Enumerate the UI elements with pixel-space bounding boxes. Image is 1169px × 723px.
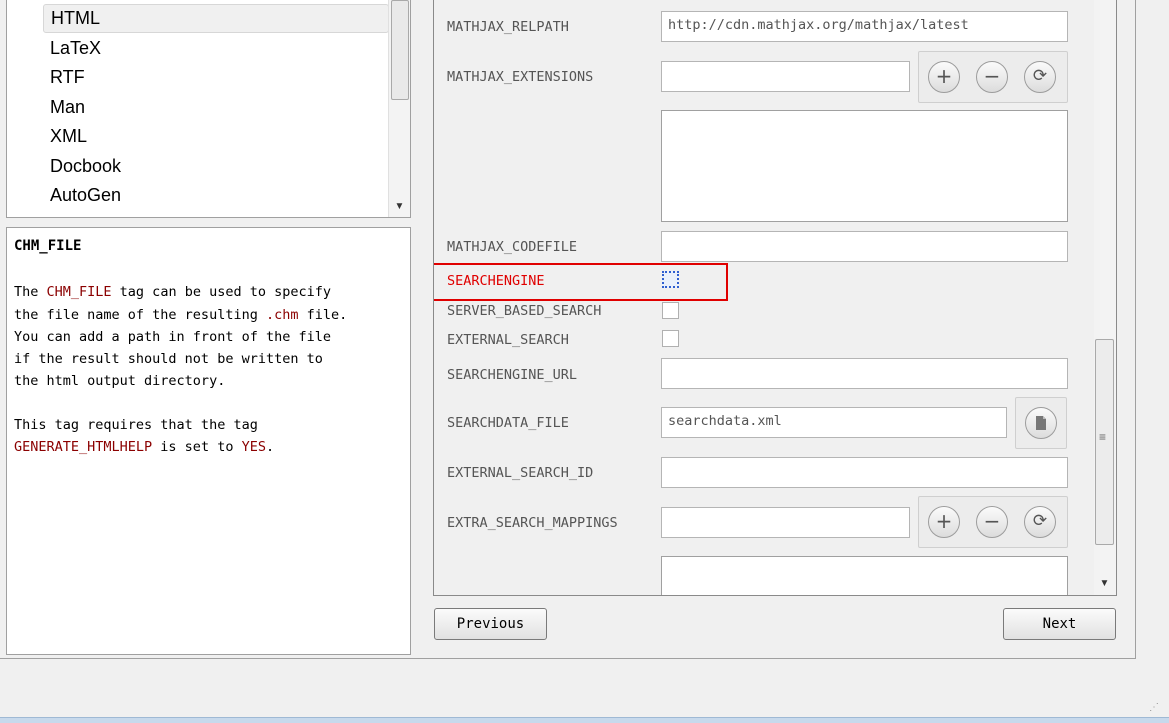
refresh-icon[interactable]: ⟳ xyxy=(1024,61,1056,93)
server-based-search-checkbox[interactable] xyxy=(662,302,679,319)
scroll-grip-icon: ≡ xyxy=(1099,430,1107,444)
mathjax-extensions-button-group: + − ⟳ xyxy=(918,51,1068,103)
scroll-down-arrow-icon[interactable]: ▼ xyxy=(389,197,410,217)
help-text-line: the file name of the resulting .chm file… xyxy=(14,307,347,323)
help-text: is set to xyxy=(152,439,242,455)
server-based-search-label: SERVER_BASED_SEARCH xyxy=(447,303,602,319)
settings-frame: MATHJAX_RELPATH http://cdn.mathjax.org/m… xyxy=(433,0,1117,596)
help-text-line: the html output directory. xyxy=(14,373,226,389)
extra-search-mappings-label: EXTRA_SEARCH_MAPPINGS xyxy=(447,515,618,531)
extra-search-mappings-list[interactable] xyxy=(661,556,1068,595)
next-button[interactable]: Next xyxy=(1003,608,1116,640)
refresh-icon[interactable]: ⟳ xyxy=(1024,506,1056,538)
window-divider xyxy=(0,658,1136,659)
topic-item-autogen[interactable]: AutoGen xyxy=(43,181,389,210)
searchdata-file-label: SEARCHDATA_FILE xyxy=(447,415,569,431)
topic-item-xml[interactable]: XML xyxy=(43,122,389,151)
extra-search-mappings-button-group: + − ⟳ xyxy=(918,496,1068,548)
external-search-id-label: EXTERNAL_SEARCH_ID xyxy=(447,465,594,481)
topic-item-docbook[interactable]: Docbook xyxy=(43,152,389,181)
external-search-checkbox[interactable] xyxy=(662,330,679,347)
help-tag-link: CHM_FILE xyxy=(46,284,112,300)
help-text: file. xyxy=(298,307,348,323)
mathjax-extensions-input[interactable] xyxy=(661,61,910,92)
help-text-line: You can add a path in front of the file xyxy=(14,329,331,345)
topic-list-scrollbar[interactable]: ▼ xyxy=(388,0,410,217)
help-text-line: This tag requires that the tag xyxy=(14,417,258,433)
topic-list[interactable]: HTML LaTeX RTF Man XML Docbook AutoGen ▼ xyxy=(6,0,411,218)
help-text: The xyxy=(14,284,47,300)
searchdata-file-input[interactable]: searchdata.xml xyxy=(661,407,1007,438)
help-text: . xyxy=(265,439,275,455)
mathjax-relpath-label: MATHJAX_RELPATH xyxy=(447,19,569,35)
topic-item-latex[interactable]: LaTeX xyxy=(43,34,389,63)
help-text-line: The CHM_FILE tag can be used to specify xyxy=(14,284,331,300)
extra-search-mappings-input[interactable] xyxy=(661,507,910,538)
external-search-id-input[interactable] xyxy=(661,457,1068,488)
help-text-line: if the result should not be written to xyxy=(14,351,323,367)
mathjax-relpath-input[interactable]: http://cdn.mathjax.org/mathjax/latest xyxy=(661,11,1068,42)
searchengine-label: SEARCHENGINE xyxy=(447,273,545,289)
searchengine-url-input[interactable] xyxy=(661,358,1068,389)
topic-list-scroll-thumb[interactable] xyxy=(391,0,409,100)
help-value: YES xyxy=(241,439,266,455)
help-panel: CHM_FILE The CHM_FILE tag can be used to… xyxy=(6,227,411,655)
help-text-line: GENERATE_HTMLHELP is set to YES. xyxy=(14,439,274,455)
minus-icon[interactable]: − xyxy=(976,61,1008,93)
topic-item-rtf[interactable]: RTF xyxy=(43,63,389,92)
previous-button[interactable]: Previous xyxy=(434,608,547,640)
searchengine-checkbox[interactable] xyxy=(662,271,679,288)
help-text: the file name of the resulting xyxy=(14,307,266,323)
mathjax-extensions-list[interactable] xyxy=(661,110,1068,222)
topic-item-man[interactable]: Man xyxy=(43,93,389,122)
scroll-down-arrow-icon[interactable]: ▼ xyxy=(1094,573,1115,595)
window-divider xyxy=(1135,0,1136,659)
help-tag-link: GENERATE_HTMLHELP xyxy=(14,439,153,455)
settings-scrollbar[interactable]: ≡ ▼ xyxy=(1094,0,1116,595)
help-code: .chm xyxy=(265,307,299,323)
help-title: CHM_FILE xyxy=(14,238,82,254)
external-search-label: EXTERNAL_SEARCH xyxy=(447,332,569,348)
settings-scroll-thumb[interactable]: ≡ xyxy=(1095,339,1114,545)
mathjax-codefile-label: MATHJAX_CODEFILE xyxy=(447,239,578,255)
plus-icon[interactable]: + xyxy=(928,506,960,538)
mathjax-extensions-label: MATHJAX_EXTENSIONS xyxy=(447,69,594,85)
topic-item-html[interactable]: HTML xyxy=(43,4,389,33)
file-icon[interactable] xyxy=(1025,407,1057,439)
searchdata-file-browse-button[interactable] xyxy=(1015,397,1067,449)
resize-grip-icon[interactable]: ⋰ xyxy=(1149,702,1159,713)
mathjax-codefile-input[interactable] xyxy=(661,231,1068,262)
searchengine-url-label: SEARCHENGINE_URL xyxy=(447,367,578,383)
plus-icon[interactable]: + xyxy=(928,61,960,93)
minus-icon[interactable]: − xyxy=(976,506,1008,538)
help-text: tag can be used to specify xyxy=(111,284,331,300)
window-footer-bar xyxy=(0,717,1169,723)
